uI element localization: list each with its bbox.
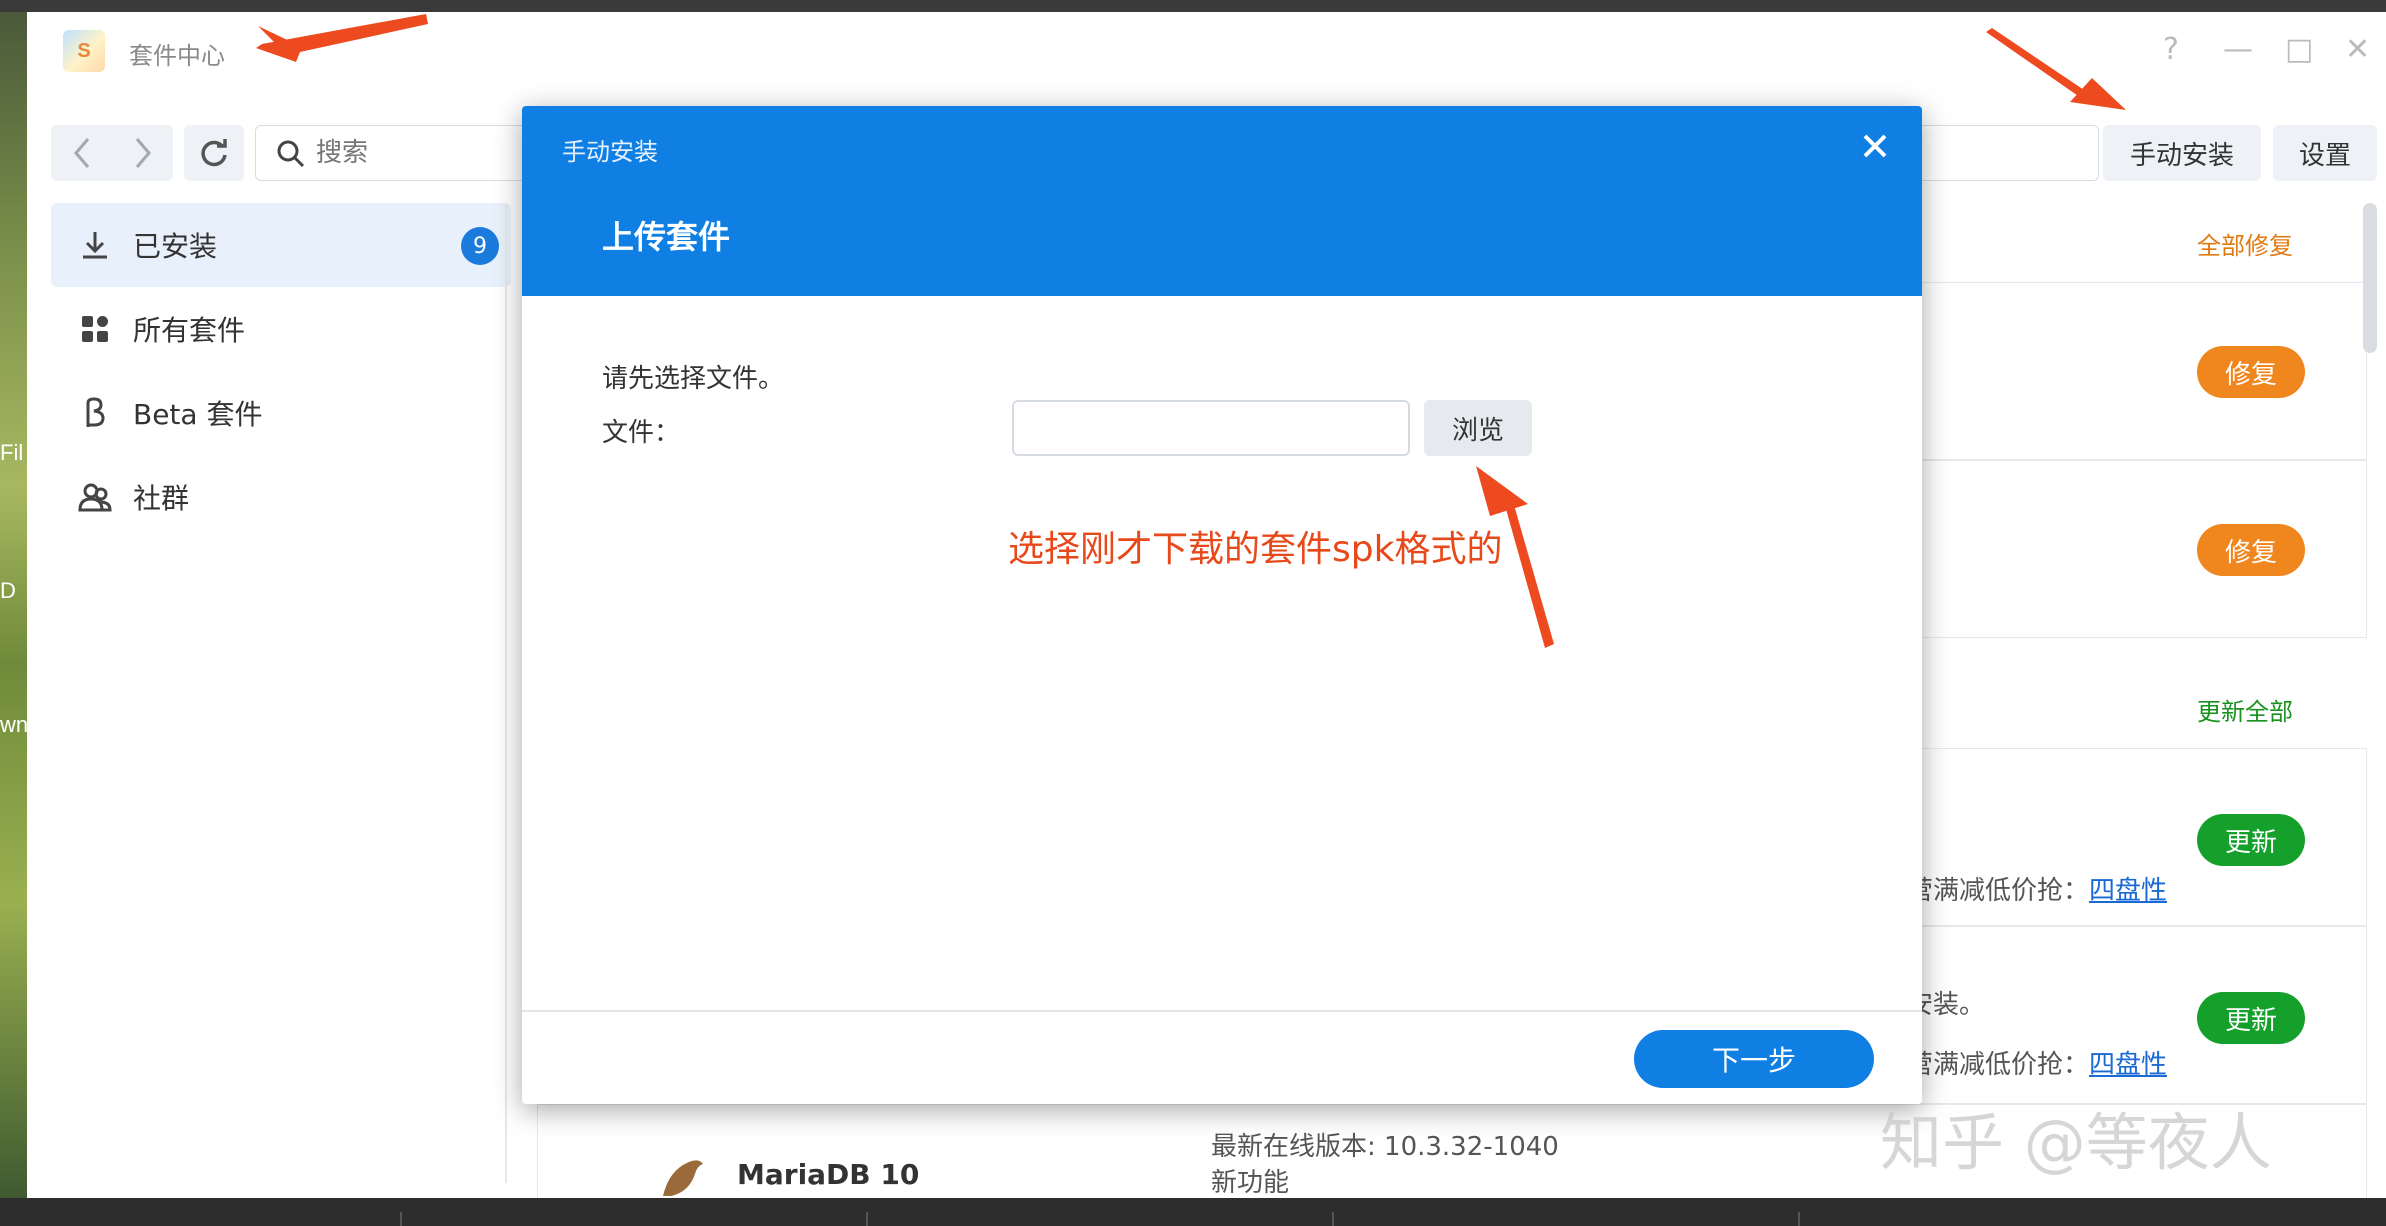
update-all-link[interactable]: 更新全部 (2197, 692, 2293, 727)
manual-install-button[interactable]: 手动安装 (2103, 125, 2261, 181)
maximize-icon[interactable]: □ (2285, 32, 2313, 67)
sidebar-item-label: Beta 套件 (133, 398, 263, 431)
desktop-icon-label[interactable]: Fil (0, 440, 23, 466)
settings-button[interactable]: 设置 (2273, 125, 2377, 181)
next-step-button[interactable]: 下一步 (1634, 1030, 1874, 1088)
grid-icon (77, 311, 113, 347)
sidebar-item-label: 已安装 (133, 230, 218, 263)
sidebar-item-label: 所有套件 (133, 314, 246, 347)
sidebar-item-installed[interactable]: 已安装 9 (51, 203, 511, 287)
update-button[interactable]: 更新 (2197, 992, 2305, 1044)
package-promo-text: 营满减低价抢：四盘性 (1907, 1044, 2167, 1081)
content-scrollbar[interactable] (2363, 203, 2377, 353)
desktop-icon-label[interactable]: wn (0, 712, 28, 738)
beta-icon (77, 395, 113, 431)
promo-text: 营满减低价抢： (1907, 1050, 2090, 1080)
mariadb-version: 最新在线版本: 10.3.32-1040 (1211, 1132, 1559, 1162)
search-icon (277, 140, 305, 168)
dialog-title: 手动安装 (562, 138, 658, 166)
sidebar-item-community[interactable]: 社群 (51, 455, 511, 539)
window-titlebar[interactable]: S 套件中心 ? — □ ✕ (27, 12, 2386, 92)
chevron-right-icon (135, 138, 151, 168)
repair-button[interactable]: 修复 (2197, 346, 2305, 398)
promo-link[interactable]: 四盘性 (2089, 876, 2167, 906)
sidebar-divider (505, 203, 507, 1183)
dialog-subtitle: 上传套件 (602, 218, 731, 256)
zhihu-watermark: 知乎 @等夜人 (1880, 1106, 2272, 1179)
repair-all-link[interactable]: 全部修复 (2197, 226, 2293, 261)
file-path-input[interactable] (1012, 400, 1410, 456)
sidebar-item-label: 社群 (133, 482, 190, 515)
help-icon[interactable]: ? (2163, 32, 2179, 67)
minimize-icon[interactable]: — (2223, 32, 2253, 67)
taskbar-separator (866, 1212, 868, 1226)
mariadb-new-features: 新功能 (1211, 1168, 1290, 1198)
mariadb-name: MariaDB 10 (737, 1158, 920, 1191)
dialog-close-button[interactable] (1862, 124, 1888, 168)
taskbar-separator (400, 1212, 402, 1226)
taskbar-separator (1798, 1212, 1800, 1226)
refresh-button[interactable] (184, 125, 244, 181)
window-title: 套件中心 (129, 42, 225, 70)
file-field-label: 文件： (602, 418, 681, 448)
repair-button[interactable]: 修复 (2197, 524, 2305, 576)
back-button[interactable] (51, 125, 112, 181)
sidebar-item-all-packages[interactable]: 所有套件 (51, 287, 511, 371)
desktop-top-bar (0, 0, 2386, 12)
update-button[interactable]: 更新 (2197, 814, 2305, 866)
mariadb-icon (659, 1152, 705, 1198)
package-center-app-icon: S (63, 30, 105, 72)
close-icon[interactable]: ✕ (2345, 32, 2370, 67)
browse-button[interactable]: 浏览 (1424, 400, 1532, 456)
community-icon (77, 479, 113, 515)
refresh-icon (201, 139, 227, 167)
taskbar-separator (1332, 1212, 1334, 1226)
history-nav (51, 125, 173, 181)
desktop-wallpaper-strip: Fil D wn (0, 12, 28, 1198)
chevron-left-icon (73, 138, 89, 168)
dialog-footer-divider (522, 1010, 1922, 1012)
forward-button[interactable] (112, 125, 173, 181)
promo-text: 营满减低价抢： (1907, 876, 2090, 906)
close-icon (1863, 134, 1887, 158)
sidebar: 已安装 9 所有套件 Beta 套件 社群 (51, 203, 511, 539)
dialog-header: 手动安装 上传套件 (522, 106, 1922, 296)
manual-install-dialog: 手动安装 上传套件 请先选择文件。 文件： 浏览 选择刚才下载的套件spk格式的… (522, 106, 1922, 1104)
sidebar-item-beta[interactable]: Beta 套件 (51, 371, 511, 455)
taskbar (0, 1198, 2386, 1226)
desktop-icon-label[interactable]: D (0, 578, 16, 604)
package-promo-text: 营满减低价抢：四盘性 (1907, 870, 2167, 907)
promo-link[interactable]: 四盘性 (2089, 1050, 2167, 1080)
file-prompt-text: 请先选择文件。 (602, 364, 785, 394)
download-icon (77, 227, 113, 263)
installed-count-badge: 9 (461, 227, 499, 265)
annotation-text: 选择刚才下载的套件spk格式的 (1008, 529, 1503, 570)
